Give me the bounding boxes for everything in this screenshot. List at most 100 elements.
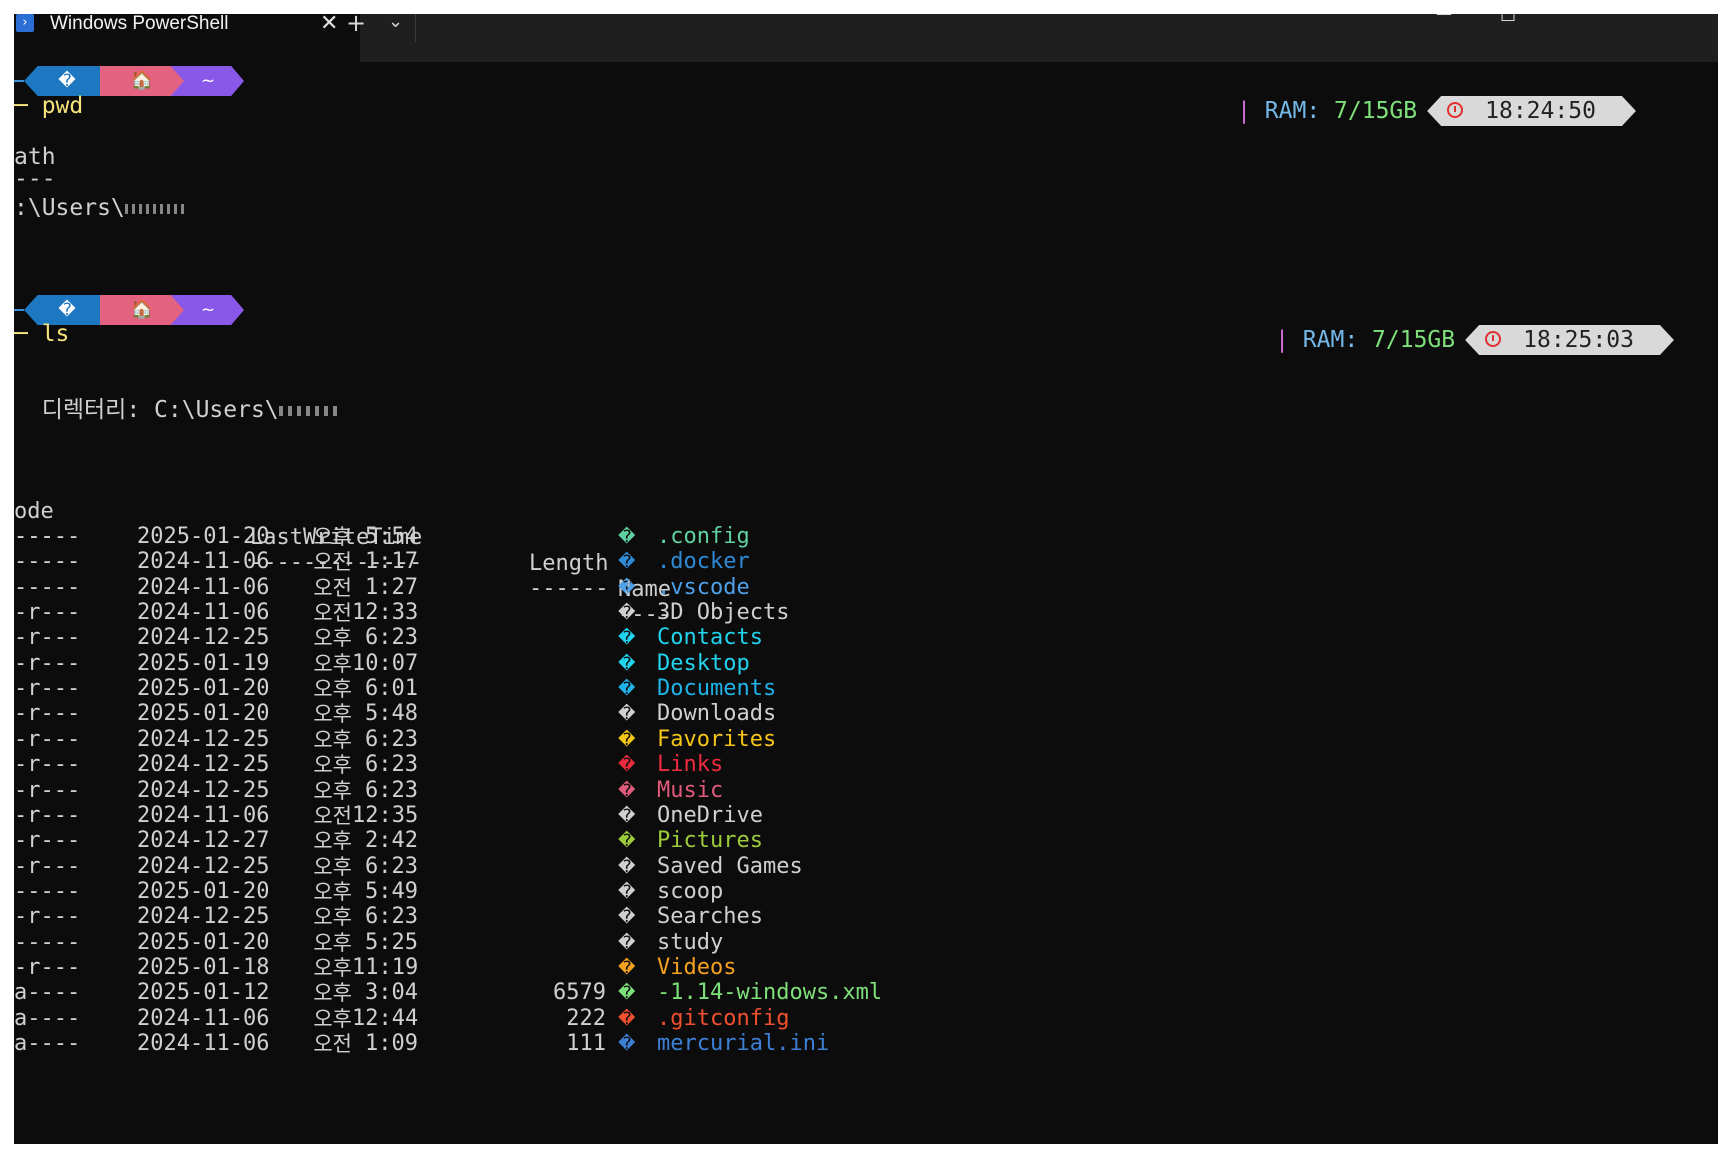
prompt-time: 18:25:03 <box>1523 327 1634 353</box>
table-row: a---- 2025-01-12 오후 3:04 6579 � -1.14-windows.… <box>14 980 1014 1006</box>
ampm-cell: 오후 <box>313 702 352 727</box>
prompt-connector <box>14 309 24 311</box>
mode-cell: -r--- <box>14 701 81 727</box>
tab-divider <box>415 14 416 42</box>
date-cell: 2024-11-06 <box>137 549 270 575</box>
time-cell: 6:23 <box>365 752 418 778</box>
mode-cell: -r--- <box>14 954 81 980</box>
file-icon: � <box>618 628 636 649</box>
ampm-cell: 오후 <box>313 854 352 879</box>
date-cell: 2024-12-27 <box>137 828 270 854</box>
mode-cell: -r--- <box>14 802 81 828</box>
table-header: ode LastWriteTime Length Name <box>14 473 1014 602</box>
tab-dropdown-icon[interactable]: ⌄ <box>388 14 403 36</box>
prompt-time: 18:24:50 <box>1485 98 1596 124</box>
ampm-cell: 오후 <box>313 651 352 676</box>
time-cell: 11:19 <box>352 954 419 980</box>
file-name: .config <box>657 524 750 549</box>
table-row: -r--- 2025-01-20 오후 5:48 � Downloads <box>14 701 1014 727</box>
file-name: scoop <box>657 878 724 904</box>
time-cell: 3:04 <box>365 980 418 1006</box>
table-row: ----- 2025-01-20 오후 5:25 � study <box>14 930 1014 956</box>
ampm-cell: 오후 <box>313 930 352 955</box>
table-row: ----- 2025-01-20 오후 5:49 � scoop <box>14 879 1014 905</box>
powershell-icon: › <box>16 14 34 32</box>
date-cell: 2025-01-18 <box>137 954 270 980</box>
table-row: -r--- 2024-12-25 오후 6:23 � Links <box>14 752 1014 778</box>
ampm-cell: 오전 <box>313 575 352 600</box>
date-cell: 2024-11-06 <box>137 574 270 600</box>
mode-cell: a---- <box>14 1031 81 1056</box>
new-tab-button[interactable]: + <box>346 14 366 38</box>
tab-powershell[interactable]: › Windows PowerShell ✕ <box>14 14 360 62</box>
command-line: ─ pwd <box>14 93 84 119</box>
time-cell: 12:44 <box>352 1005 419 1031</box>
table-row: -r--- 2024-12-25 오후 6:23 � Music <box>14 778 1014 804</box>
prompt-home-segment: 🏠 <box>100 295 184 325</box>
mode-cell: ----- <box>14 929 81 955</box>
table-row: -r--- 2025-01-20 오후 6:01 � Documents <box>14 676 1014 702</box>
mode-cell: -r--- <box>14 777 81 803</box>
table-row: ----- 2024-11-06 오전 1:27 � .vscode <box>14 575 1014 601</box>
pwd-path: :\Users\ <box>14 194 185 222</box>
date-cell: 2024-12-25 <box>137 777 270 803</box>
prompt-connector <box>14 80 24 82</box>
minimize-button[interactable]: — <box>1436 14 1452 28</box>
mode-cell: -r--- <box>14 904 81 930</box>
length-cell: 111 <box>566 1031 606 1056</box>
file-name: Music <box>657 777 724 803</box>
file-icon: � <box>618 957 636 978</box>
ampm-cell: 오전 <box>313 550 352 575</box>
table-row: -r--- 2024-12-25 오후 6:23 � Searches <box>14 904 1014 930</box>
file-name: Documents <box>657 676 777 702</box>
file-icon: � <box>618 983 636 1004</box>
mode-cell: -r--- <box>14 726 81 752</box>
file-name: Contacts <box>657 625 763 651</box>
time-cell: 5:48 <box>365 701 418 727</box>
file-icon: � <box>618 1008 636 1029</box>
file-icon: � <box>618 679 636 700</box>
time-cell: 1:27 <box>365 574 418 600</box>
date-cell: 2024-11-06 <box>137 600 270 626</box>
house-icon: 🏠 <box>130 299 154 320</box>
time-cell: 1:17 <box>365 549 418 575</box>
maximize-button[interactable]: ☐ <box>1500 14 1516 30</box>
house-icon: 🏠 <box>130 70 154 91</box>
ram-value: 7/15GB <box>1372 327 1456 353</box>
file-icon: � <box>618 856 636 877</box>
os-icon: � <box>58 71 76 91</box>
os-icon: � <box>58 300 76 320</box>
mode-cell: -r--- <box>14 828 81 854</box>
ampm-cell: 오전 <box>313 803 352 828</box>
date-cell: 2024-12-25 <box>137 726 270 752</box>
close-tab-icon[interactable]: ✕ <box>320 14 338 37</box>
ampm-cell: 오후 <box>313 1006 352 1031</box>
table-row: ----- 2024-11-06 오전 1:17 � .docker <box>14 549 1014 575</box>
ram-value: 7/15GB <box>1334 98 1418 124</box>
date-cell: 2025-01-20 <box>137 878 270 904</box>
length-cell: 6579 <box>553 980 606 1006</box>
table-row: ----- 2025-01-20 오후 5:54 � .config <box>14 524 1014 550</box>
mode-cell: a---- <box>14 1005 81 1031</box>
mode-cell: ----- <box>14 524 81 549</box>
file-name: Downloads <box>657 701 777 727</box>
file-icon: � <box>618 907 636 928</box>
mode-cell: -r--- <box>14 600 81 626</box>
time-cell: 6:23 <box>365 625 418 651</box>
tab-title: Windows PowerShell <box>50 14 229 34</box>
table-row: a---- 2024-11-06 오전 1:09 111 � mercurial.ini <box>14 1031 1014 1057</box>
prompt-right-status: | RAM: 7/15GB 18:25:03 <box>1192 295 1674 325</box>
time-cell: 12:35 <box>352 802 419 828</box>
mode-cell: -r--- <box>14 853 81 879</box>
ampm-cell: 오후 <box>313 981 352 1006</box>
time-badge: 18:24:50 <box>1427 96 1636 126</box>
file-name: Favorites <box>657 726 777 752</box>
terminal-output[interactable]: ~ 🏠 � | RAM: 7/15GB 18:24:50 ─ pwd ath --… <box>14 62 1718 1144</box>
ampm-cell: 오후 <box>313 753 352 778</box>
terminal-window: › Windows PowerShell ✕ + ⌄ — ☐ ~ 🏠 � | R… <box>14 14 1718 1144</box>
directory-line: 디렉터리: C:\Users\ <box>14 396 339 424</box>
table-row: -r--- 2024-12-25 오후 6:23 � Favorites <box>14 727 1014 753</box>
mode-cell: a---- <box>14 980 81 1006</box>
pwd-underline: --- <box>14 166 56 192</box>
mode-cell: -r--- <box>14 650 81 676</box>
